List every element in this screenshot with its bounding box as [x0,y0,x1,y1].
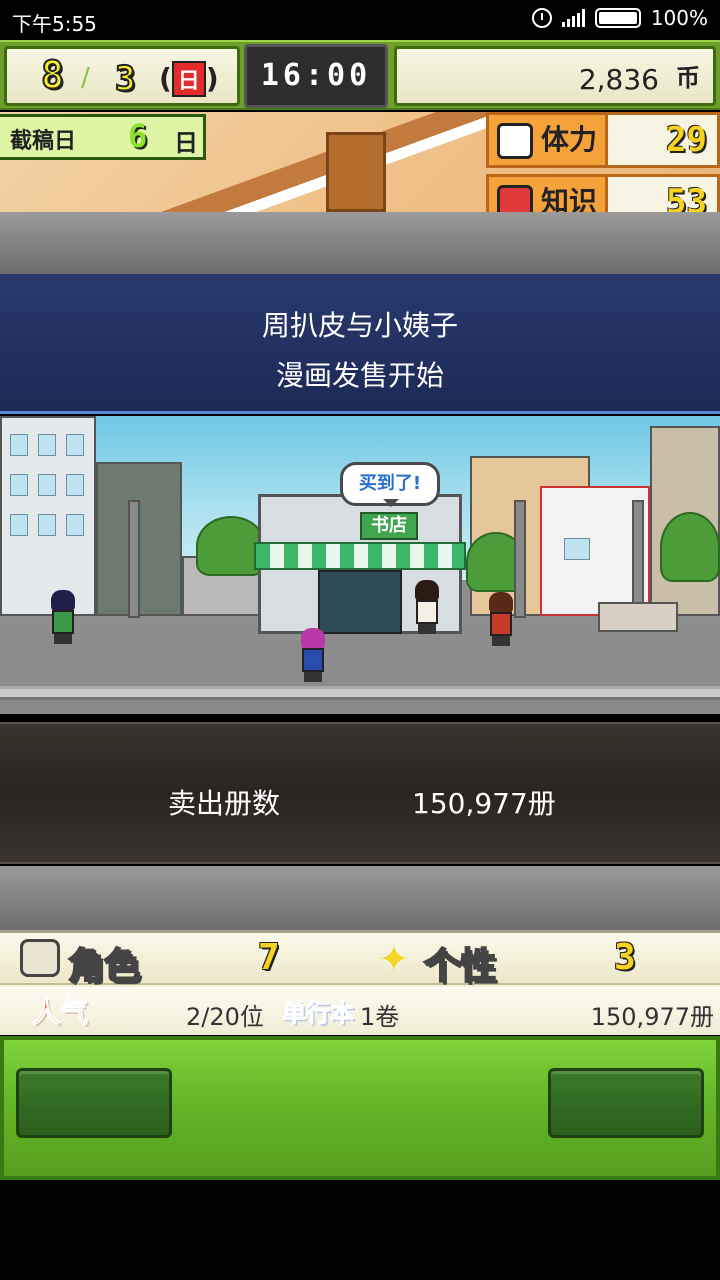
signal-icon [561,9,585,27]
knowledge-label: 知识 [541,185,598,212]
character-value: 7 [258,937,280,978]
knowledge-value: 53 [608,174,720,212]
stats-row-sales: 人气 2/20位 单行本 1卷 150,977册 [0,987,720,1035]
left-button[interactable] [16,1068,172,1138]
weekday-value: 日 [171,61,206,97]
office-building [0,416,96,616]
bookstore-entrance [318,570,402,634]
event-description: 漫画发售开始 [275,359,444,392]
divider-band-bottom [0,866,720,930]
popularity-label: 人气 [31,996,89,1030]
money-panel: 2,836 币 [394,46,716,106]
character-boy [46,590,80,646]
battery-level: 100% [650,6,708,30]
stamina-label: 体力 [541,123,598,156]
utility-pole [128,500,140,618]
total-sold: 150,977册 [590,1003,714,1031]
game-screen: 下午5:55 100% 8 / 3 (日) 16:00 2,836 币 截稿日 [0,0,720,1280]
personality-label: 个性 [423,945,497,988]
control-panel [0,1036,720,1180]
bookstore-scene: 书店 买到了! [0,416,720,714]
book-icon [497,185,533,212]
popularity-rank: 2/20位 [186,1003,264,1031]
volume-count: 1卷 [360,1003,400,1031]
stamina-value: 29 [608,112,720,168]
knowledge-stat: 知识 53 [486,174,720,212]
top-hud: 8 / 3 (日) 16:00 2,836 币 [0,40,720,110]
month-value: 8 [40,52,65,98]
deadline-days: 6 [128,117,148,155]
sales-band: 卖出册数 150,977册 [0,722,720,864]
currency-icon: 币 [676,64,700,92]
manga-title: 周扒皮与小姨子 [261,309,458,342]
status-bar: 下午5:55 100% [0,0,720,40]
battery-icon [594,8,641,28]
money-value: 2,836 [578,63,659,96]
curb [0,686,720,700]
stamina-label-box: 体力 [486,112,608,168]
stats-row-attributes: 角色 7 ✦ 个性 3 [0,933,720,988]
deadline-unit: 日 [174,129,198,157]
crates [598,602,678,632]
right-button[interactable] [548,1068,704,1138]
sparkle-icon: ✦ [378,937,410,981]
stamina-stat: 体力 29 [486,112,720,168]
month-marker-icon: / [81,63,90,93]
character-girl-purple [296,628,330,684]
door-graphic [326,132,386,212]
character-girl-white [410,580,444,636]
copies-sold-value: 150,977册 [412,787,556,820]
day-value: 3 [114,58,137,100]
status-icons: 100% [531,6,708,30]
event-title-band: 周扒皮与小姨子 漫画发售开始 [0,274,720,414]
alarm-icon [531,8,552,28]
personality-value: 3 [614,937,636,978]
manga-stats-panel: 角色 7 ✦ 个性 3 人气 2/20位 单行本 1卷 150,977册 [0,930,720,1035]
speech-bubble: 买到了! [340,462,440,507]
game-clock: 16:00 [244,44,388,108]
knowledge-label-box: 知识 [486,174,608,212]
character-label: 角色 [67,945,141,988]
character-girl-red [484,592,518,648]
date-panel: 8 / 3 (日) [4,46,240,106]
divider-band-top [0,212,720,274]
volume-label: 单行本 [282,999,355,1028]
studio-scene: 截稿日 6 日 体力 29 知识 53 [0,112,720,212]
status-time: 下午5:55 [12,12,97,36]
chat-icon [20,939,60,977]
muscle-icon [497,123,533,159]
weekday: (日) [159,61,219,97]
bookstore-awning [254,542,466,570]
deadline-label: 截稿日 [10,129,77,154]
deadline-panel: 截稿日 6 日 [0,114,206,160]
utility-pole [632,500,644,618]
copies-sold-label: 卖出册数 [168,787,281,820]
tree [660,512,720,582]
bookstore-sign: 书店 [360,512,418,540]
